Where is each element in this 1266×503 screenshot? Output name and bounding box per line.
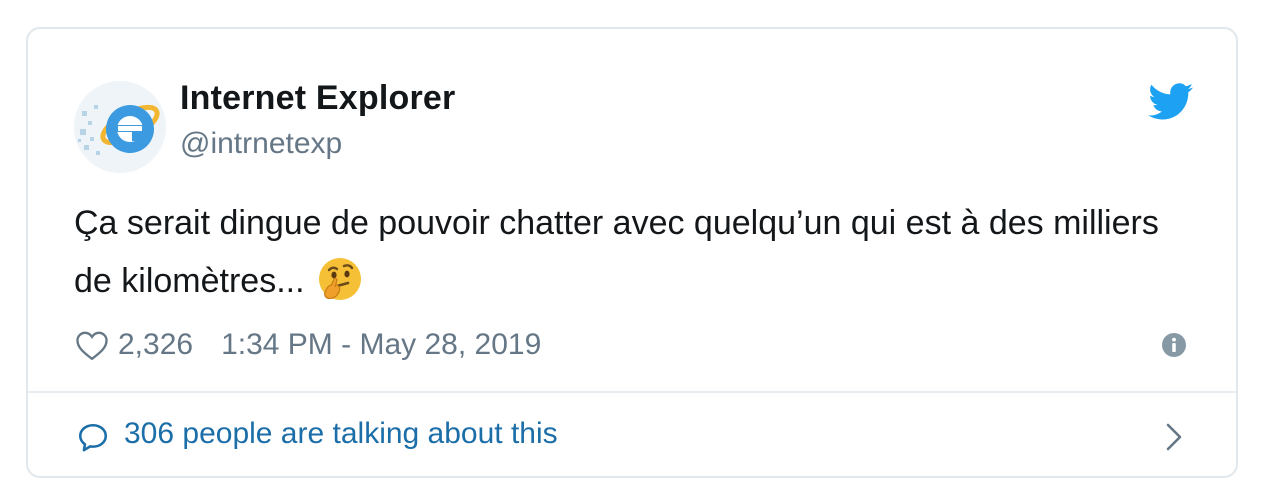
- conversation-link[interactable]: 306 people are talking about this: [28, 393, 1236, 478]
- like-button[interactable]: 2,326: [74, 328, 193, 362]
- like-count: 2,326: [118, 328, 194, 361]
- tweet-text: Ça serait dingue de pouvoir chatter avec…: [74, 194, 1194, 310]
- heart-outline-icon: [76, 331, 108, 361]
- twitter-bird-icon[interactable]: [1148, 83, 1194, 121]
- user-handle[interactable]: @intrnetexp: [180, 127, 342, 161]
- tweet-card[interactable]: Internet Explorer @intrnetexp Ça serait …: [26, 27, 1238, 478]
- thinking-face-icon: [317, 256, 363, 302]
- display-name[interactable]: Internet Explorer: [180, 79, 455, 118]
- avatar[interactable]: [74, 81, 166, 173]
- info-icon[interactable]: [1160, 331, 1188, 359]
- tweet-body: Ça serait dingue de pouvoir chatter avec…: [74, 204, 1159, 300]
- conversation-count[interactable]: 306 people are talking about this: [124, 417, 558, 451]
- internet-explorer-logo-icon: [74, 81, 166, 173]
- tweet-meta: 2,326 1:34 PM - May 28, 2019: [74, 325, 541, 365]
- speech-bubble-icon: [78, 423, 108, 452]
- chevron-right-icon[interactable]: [1164, 421, 1184, 453]
- tweet-timestamp[interactable]: 1:34 PM - May 28, 2019: [221, 328, 541, 362]
